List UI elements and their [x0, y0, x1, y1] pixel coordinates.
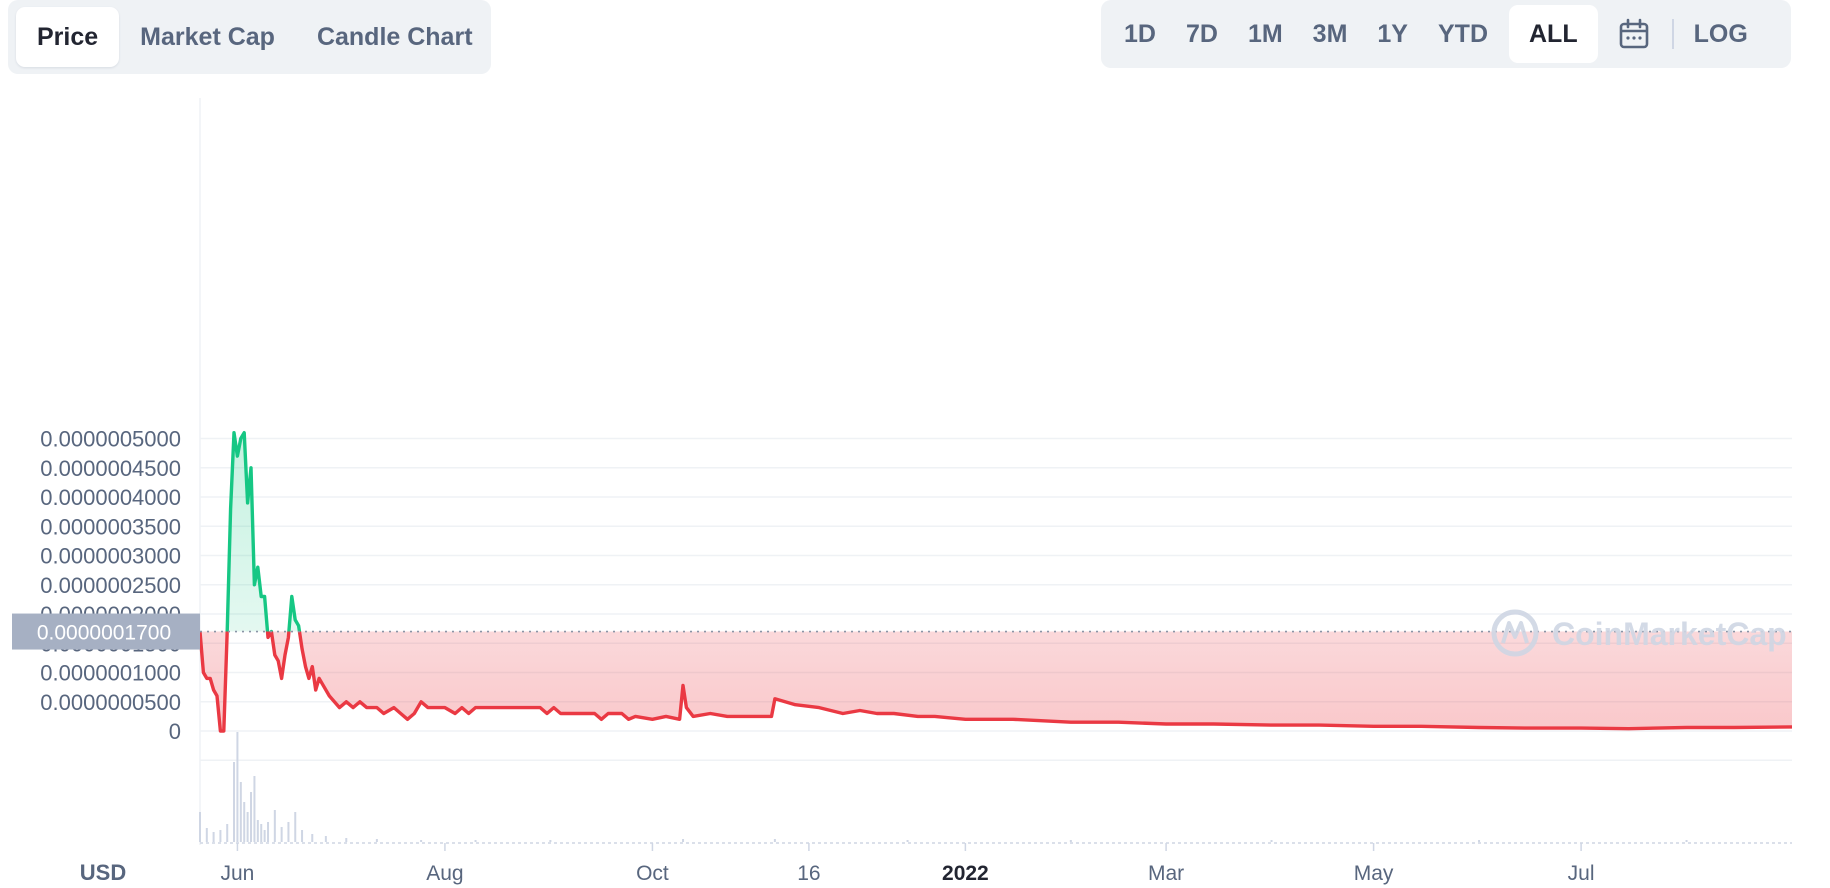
volume-bar [287, 822, 290, 842]
volume-bar [236, 732, 239, 842]
volume-bar [1270, 840, 1273, 842]
volume-bar [263, 830, 266, 842]
volume-bar [1685, 840, 1688, 842]
volume-bar [375, 839, 378, 842]
volume-bar [253, 776, 256, 842]
volume-bar [212, 832, 215, 842]
y-tick-label: 0.0000005000 [40, 427, 181, 452]
x-tick-label: May [1354, 862, 1394, 885]
currency-label: USD [80, 860, 126, 885]
x-axis-labels: Jun Aug Oct 16 2022 Mar May Jul [220, 843, 1595, 885]
y-tick-label: 0.0000001000 [40, 661, 181, 686]
volume-bar [301, 830, 304, 842]
volume-bar [906, 840, 909, 842]
current-price-tag: 0.0000001700 [12, 613, 200, 650]
volume-bar [345, 838, 348, 842]
y-tick-label: 0.0000003500 [40, 514, 181, 539]
volume-bar [324, 836, 327, 842]
y-axis-labels: 00.00000005000.00000010000.00000015000.0… [40, 427, 181, 745]
current-price-label: 0.0000001700 [37, 622, 171, 645]
volume-bar [267, 822, 270, 842]
volume-bar [311, 834, 314, 842]
x-tick-label: Jul [1568, 862, 1595, 885]
volume-bar [239, 782, 242, 842]
volume-bar [243, 802, 246, 842]
volume-bar [294, 812, 297, 842]
x-tick-label: Mar [1148, 862, 1184, 885]
x-tick-label: 2022 [942, 862, 989, 885]
price-chart[interactable]: 00.00000005000.00000010000.00000015000.0… [0, 0, 1830, 888]
volume-bar [260, 824, 263, 842]
x-tick-label: Oct [636, 862, 669, 885]
volume-bar [256, 820, 259, 842]
volume-bar [420, 840, 423, 842]
volume-bar [273, 810, 276, 842]
y-tick-label: 0.0000004000 [40, 485, 181, 510]
volume-bar [1069, 840, 1072, 842]
volume-bar [233, 762, 236, 842]
volume-bar [246, 812, 249, 842]
y-tick-label: 0.0000000500 [40, 690, 181, 715]
volume-bar [682, 839, 685, 842]
volume-bar [250, 792, 253, 842]
volume-bar [226, 824, 229, 842]
volume-bar [205, 828, 208, 842]
y-gridlines [199, 98, 1792, 845]
y-tick-label: 0.0000003000 [40, 544, 181, 569]
volume-bar [773, 839, 776, 842]
x-tick-label: Aug [426, 862, 463, 885]
volume-bar [280, 827, 283, 842]
volume-bar [549, 840, 552, 842]
y-tick-label: 0.0000004500 [40, 456, 181, 481]
volume-bar [474, 840, 477, 842]
y-tick-label: 0.0000002500 [40, 573, 181, 598]
volume-bar [199, 812, 201, 842]
y-tick-label: 0 [169, 719, 181, 744]
x-tick-label: 16 [797, 862, 820, 885]
volume-bar [219, 830, 222, 842]
volume-bars [199, 732, 1688, 842]
volume-bar [1478, 840, 1481, 842]
price-area-below-fill [200, 631, 1792, 731]
watermark-text: CoinMarketCap [1552, 616, 1787, 652]
x-tick-label: Jun [220, 862, 254, 885]
